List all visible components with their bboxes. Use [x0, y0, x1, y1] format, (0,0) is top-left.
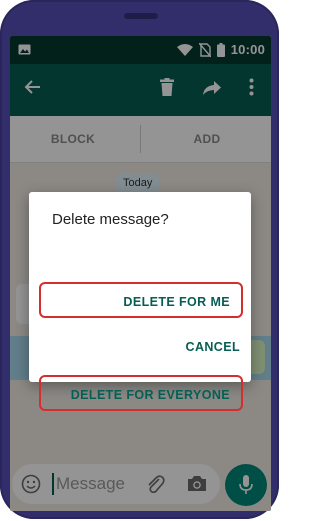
- volume-button: [0, 92, 2, 120]
- power-button: [0, 136, 2, 186]
- delete-for-everyone-button[interactable]: DELETE FOR EVERYONE: [39, 375, 243, 411]
- screen: 10:00 BLOCK ADD Today Message Delete mes…: [10, 36, 271, 511]
- dialog-title: Delete message?: [52, 211, 169, 228]
- delete-message-dialog: Delete message? DELETE FOR ME CANCEL DEL…: [29, 192, 251, 411]
- speaker-grille: [124, 13, 158, 19]
- cancel-button[interactable]: CANCEL: [149, 329, 241, 365]
- delete-for-me-button[interactable]: DELETE FOR ME: [39, 282, 243, 318]
